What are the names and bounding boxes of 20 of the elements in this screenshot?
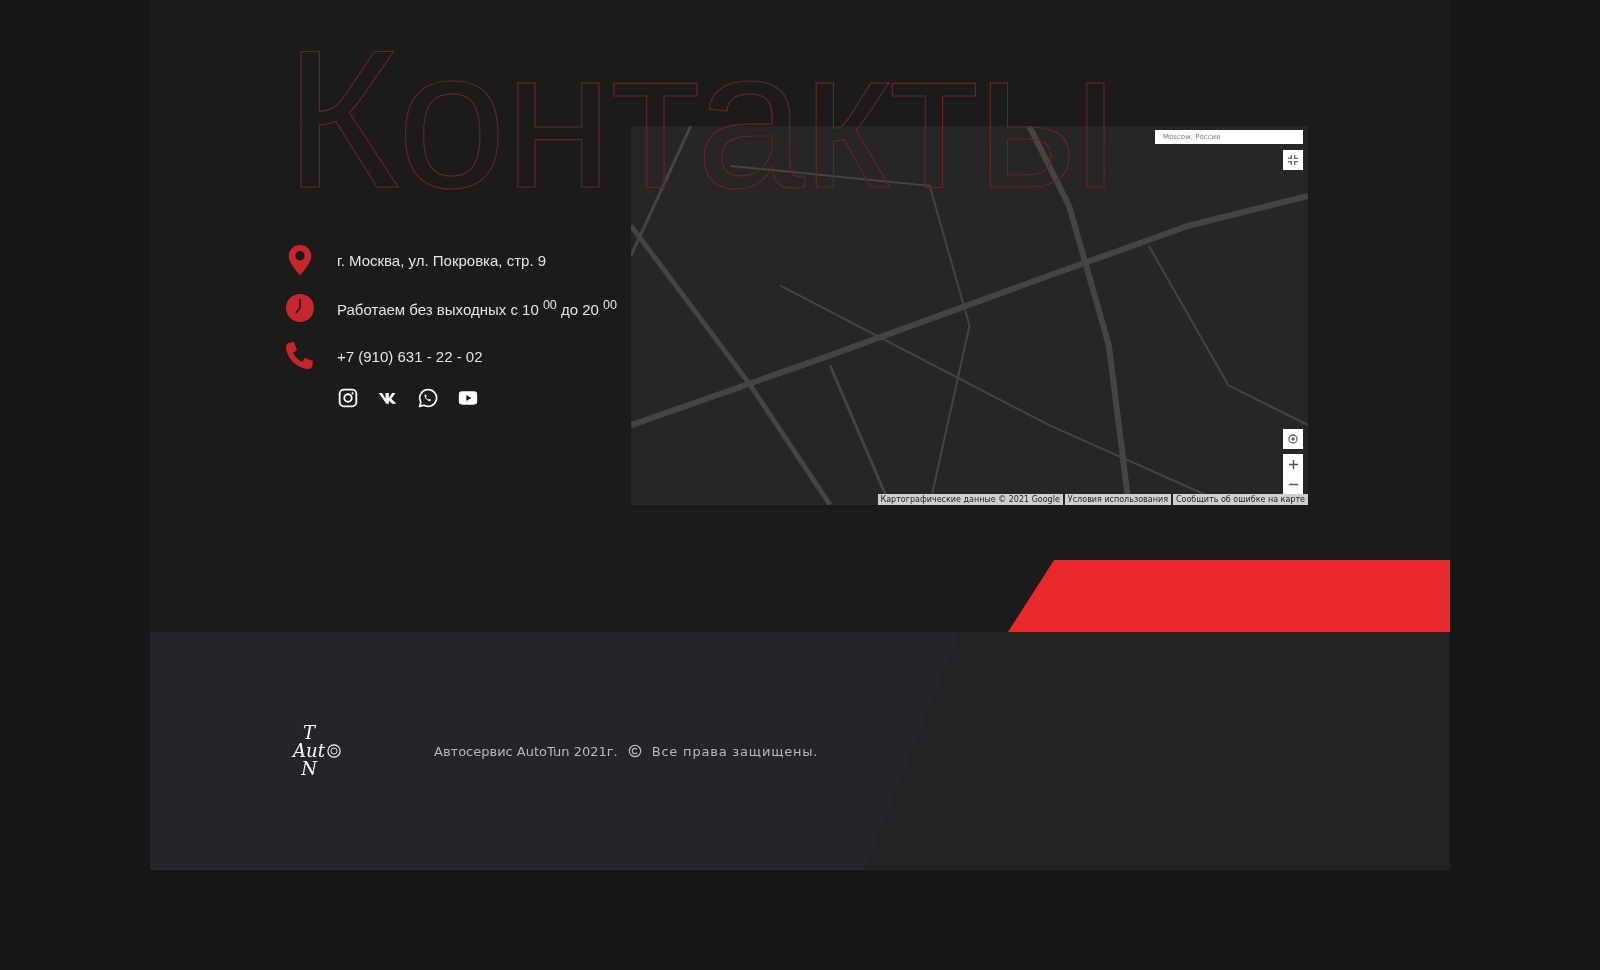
copyright-icon xyxy=(627,744,642,758)
address-text: г. Москва, ул. Покровка, стр. 9 xyxy=(337,251,547,269)
map-attribution-link[interactable]: Картографические данные © 2021 Google xyxy=(877,494,1063,505)
youtube-icon[interactable] xyxy=(458,388,478,408)
exit-fullscreen-icon xyxy=(1288,155,1298,165)
rights-text: Все права защищены. xyxy=(651,743,819,759)
fullscreen-button[interactable] xyxy=(1283,150,1303,170)
phone-icon xyxy=(285,341,315,371)
copyright-text: Автосервис AutoTun 2021г. xyxy=(434,743,618,759)
my-location-button[interactable] xyxy=(1283,429,1303,449)
clock-icon xyxy=(285,293,315,323)
map-attribution-link[interactable]: Условия использования xyxy=(1064,494,1171,505)
map-attribution-link[interactable]: Сообщить об ошибке на карте xyxy=(1172,494,1308,505)
opening-hours: Работаем без выходных с 10 $^{00}$ до 20 $^{00}$ xyxy=(337,298,617,318)
zoom-in-icon[interactable] xyxy=(1287,458,1299,470)
instagram-icon[interactable] xyxy=(338,388,358,408)
phone-number: +7 (910) 631 - 22 - 02 xyxy=(337,347,483,365)
autotun-logo: T Aut N xyxy=(285,724,349,778)
whatsapp-icon[interactable] xyxy=(418,388,438,408)
location-target-icon xyxy=(1287,433,1299,445)
